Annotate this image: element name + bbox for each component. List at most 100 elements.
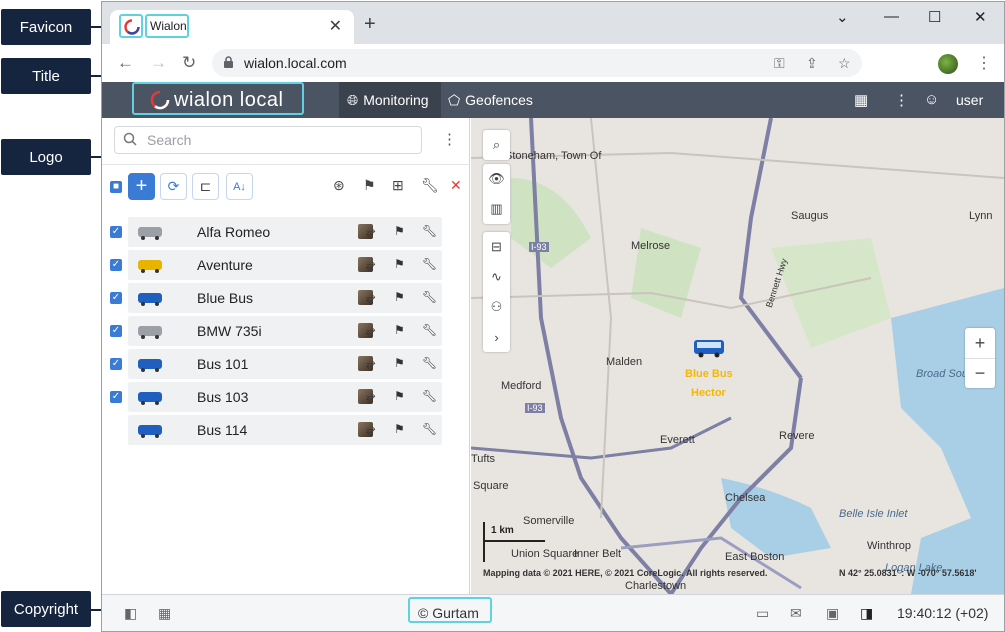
forward-icon[interactable]: → [150,53,167,73]
address-bar[interactable]: wialon.local.com ⚿ ⇪ ☆ [212,49,862,77]
panel-menu-icon[interactable]: ⋮ [442,130,457,148]
key-icon[interactable]: ⚿ [774,55,785,72]
flag-icon[interactable]: ⚑ [394,290,405,304]
wrench-icon[interactable]: 🔧︎ [422,356,437,370]
map-label: Tufts [471,453,496,465]
tab-close-icon[interactable]: ✕ [329,16,342,36]
zoom-in-button[interactable]: + [965,328,995,358]
route-icon[interactable]: ⥂ [366,422,376,437]
steering-wheel-icon[interactable]: ⊛ [333,177,345,194]
layout-panel-icon[interactable]: ◧ [124,605,137,622]
messages-icon[interactable]: ✉ [790,605,802,622]
wrench-icon[interactable]: 🔧︎ [422,323,437,337]
route-icon[interactable]: ∿ [483,262,510,292]
unit-row[interactable]: BMW 735i ⥂ ⚑ 🔧︎ [128,316,442,346]
header-menu-icon[interactable]: ⋮ [894,91,909,109]
add-unit-button[interactable]: + [128,173,155,200]
map-label: Inner Belt [574,548,622,560]
unit-row[interactable]: Alfa Romeo ⥂ ⚑ 🔧︎ [128,217,442,247]
nav-geofences[interactable]: ⬠ Geofences [448,82,533,118]
route-icon[interactable]: ⥂ [366,389,376,404]
route-icon[interactable]: ⥂ [366,257,376,272]
ruler-icon[interactable]: ⊟ [483,232,510,262]
search-icon [123,132,137,146]
car-top-icon [136,322,164,340]
user-name[interactable]: user [956,92,983,108]
highlight-title [145,14,189,38]
profile-avatar[interactable] [938,54,958,74]
map-layers-icon[interactable]: ▥ [483,194,510,224]
checkered-flag-icon[interactable]: ⚑ [363,177,376,194]
expand-tools-icon[interactable]: › [483,322,510,352]
bus-icon [136,289,164,307]
search-input[interactable] [145,131,415,149]
unit-name: Alfa Romeo [197,224,271,240]
sort-button[interactable]: A↓ [226,173,253,200]
map-tools-top: ⌕ [483,130,510,160]
search-box[interactable] [114,126,422,154]
unit-checkbox[interactable]: ✓ [110,391,122,403]
wrench-icon[interactable]: 🔧︎ [421,177,439,194]
highlight-copyright [408,597,492,623]
unit-checkbox[interactable]: ✓ [110,226,122,238]
route-icon[interactable]: ⥂ [366,224,376,239]
wrench-icon[interactable]: 🔧︎ [422,224,437,238]
user-icon[interactable]: ☺ [924,91,939,108]
flag-icon[interactable]: ⚑ [394,224,405,238]
select-all-checkbox[interactable]: ■ [110,181,122,193]
flag-icon[interactable]: ⚑ [394,323,405,337]
apps-menu-icon[interactable]: ▦ [158,605,171,622]
reload-icon[interactable]: ↻ [182,53,196,73]
group-tree-button[interactable]: ⊏ [192,173,219,200]
unit-row[interactable]: Blue Bus ⥂ ⚑ 🔧︎ [128,283,442,313]
nav-monitoring[interactable]: 🌐︎ Monitoring [339,82,441,118]
flag-icon[interactable]: ⚑ [394,389,405,403]
back-icon[interactable]: ← [117,53,134,73]
refresh-button[interactable]: ⟳ [160,173,187,200]
unit-row[interactable]: Bus 101 ⥂ ⚑ 🔧︎ [128,349,442,379]
unit-row[interactable]: Aventure ⥂ ⚑ 🔧︎ [128,250,442,280]
zoom-out-button[interactable]: − [965,358,995,388]
image-icon[interactable]: ▣ [826,605,839,622]
map-label: Charlestown [625,580,687,592]
browser-toolbar: ← → ↻ wialon.local.com ⚿ ⇪ ☆ ⋮ [102,44,1004,82]
maximize-icon[interactable]: ☐ [928,8,941,26]
wrench-icon[interactable]: 🔧︎ [422,257,437,271]
apps-grid-icon[interactable]: ▦ [854,91,868,109]
flag-icon[interactable]: ⚑ [394,356,405,370]
distance-points-icon[interactable]: ⚇ [483,292,510,322]
share-icon[interactable]: ⇪ [806,55,818,72]
flag-icon[interactable]: ⚑ [394,257,405,271]
map-label: Lynn [969,210,993,222]
route-icon[interactable]: ⥂ [366,323,376,338]
route-icon[interactable]: ⥂ [366,356,376,371]
add-command-icon[interactable]: ⊞ [392,177,404,194]
tab-search-icon[interactable]: ⌄ [836,8,849,26]
delete-icon[interactable]: ✕ [450,177,462,194]
unit-checkbox[interactable]: ✓ [110,325,122,337]
unit-checkbox[interactable]: ✓ [110,292,122,304]
bookmark-star-icon[interactable]: ☆ [838,55,851,72]
unit-marker[interactable] [693,338,725,363]
unit-name: BMW 735i [197,323,262,339]
bus-icon [136,388,164,406]
notifications-icon[interactable]: ▭ [756,605,769,622]
window-close-icon[interactable]: ✕ [974,8,987,26]
wrench-icon[interactable]: 🔧︎ [422,389,437,403]
eye-icon[interactable]: 👁︎ [483,164,510,194]
new-tab-icon[interactable]: + [364,13,376,36]
minimize-icon[interactable]: — [884,8,899,25]
flag-icon[interactable]: ⚑ [394,422,405,436]
map-search-icon[interactable]: ⌕ [483,130,510,160]
wrench-icon[interactable]: 🔧︎ [422,290,437,304]
unit-checkbox[interactable]: ✓ [110,358,122,370]
unit-checkbox[interactable]: ✓ [110,259,122,271]
split-view-icon[interactable]: ◨ [860,605,873,622]
route-icon[interactable]: ⥂ [366,290,376,305]
wrench-icon[interactable]: 🔧︎ [422,422,437,436]
unit-row[interactable]: Bus 114 ⥂ ⚑ 🔧︎ [128,415,442,445]
browser-menu-icon[interactable]: ⋮ [976,53,992,73]
map-label: Medford [501,380,542,392]
map-view[interactable]: Stoneham, Town Of Melrose Saugus Lynn Ma… [471,118,1004,594]
unit-row[interactable]: Bus 103 ⥂ ⚑ 🔧︎ [128,382,442,412]
